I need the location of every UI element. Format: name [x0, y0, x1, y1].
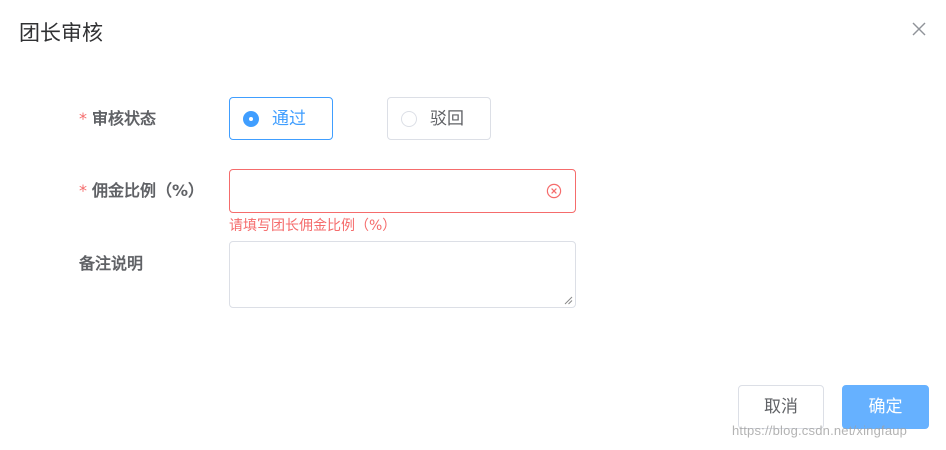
resize-handle-icon[interactable]: [564, 296, 573, 305]
watermark-text: https://blog.csdn.net/xingfaup: [732, 423, 908, 438]
review-dialog: 团长审核 * 审核状态 通过 驳回 * 佣金比例（%） 请填写团长佣金比例（%） 备…: [0, 0, 946, 450]
commission-label: * 佣金比例（%）: [79, 180, 204, 202]
required-mark: *: [79, 109, 87, 128]
remark-label: 备注说明: [79, 254, 144, 273]
status-label: * 审核状态: [79, 108, 156, 130]
radio-reject-label: 驳回: [430, 109, 464, 129]
circle-close-icon[interactable]: [546, 183, 562, 199]
close-icon[interactable]: [906, 16, 932, 42]
radio-checked-icon: [243, 111, 259, 127]
dialog-title: 团长审核: [19, 21, 103, 45]
commission-error: 请填写团长佣金比例（%）: [229, 218, 397, 234]
radio-reject[interactable]: 驳回: [387, 97, 491, 140]
radio-unchecked-icon: [401, 111, 417, 127]
radio-approve[interactable]: 通过: [229, 97, 333, 140]
remark-textarea[interactable]: [229, 241, 576, 308]
commission-input[interactable]: [229, 169, 576, 213]
commission-label-text: 佣金比例（%）: [92, 181, 205, 200]
required-mark: *: [79, 181, 87, 200]
radio-approve-label: 通过: [272, 109, 306, 129]
status-label-text: 审核状态: [92, 109, 157, 128]
